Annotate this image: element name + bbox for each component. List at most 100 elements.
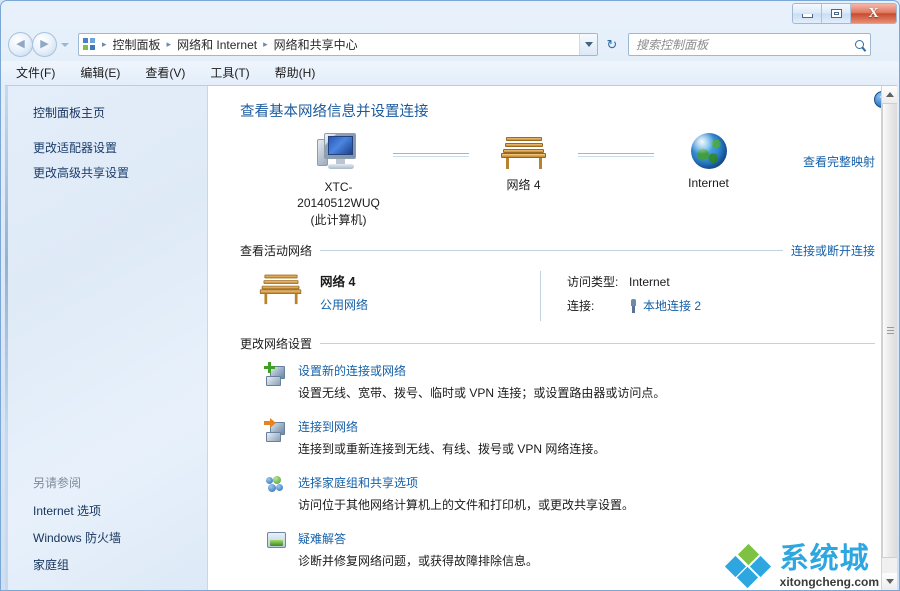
content-area: 控制面板主页 更改适配器设置 更改高级共享设置 另请参阅 Internet 选项…	[5, 85, 897, 590]
map-connector-line	[576, 133, 656, 177]
chevron-down-icon	[61, 42, 69, 47]
breadcrumb-item-network-sharing-center[interactable]: 网络和共享中心	[271, 36, 361, 53]
chevron-up-icon	[886, 92, 894, 97]
forward-button[interactable]: ▶	[32, 32, 57, 57]
see-also-item-windows-firewall[interactable]: Windows 防火墙	[5, 524, 207, 551]
public-network-bench-icon	[258, 271, 304, 306]
close-button[interactable]: X	[851, 4, 896, 23]
homegroup-sharing-icon	[264, 474, 288, 496]
setup-new-connection-desc: 设置无线、宽带、拨号、临时或 VPN 连接；或设置路由器或访问点。	[298, 386, 666, 401]
troubleshoot-desc: 诊断并修复网络问题，或获得故障排除信息。	[298, 553, 539, 568]
menu-item-tools[interactable]: 工具(T)	[207, 63, 252, 82]
menu-item-help[interactable]: 帮助(H)	[272, 63, 319, 82]
scrollbar-thumb[interactable]	[882, 103, 897, 558]
back-icon: ◀	[16, 38, 25, 50]
public-network-bench-icon	[499, 133, 549, 171]
troubleshoot-link[interactable]: 疑难解答	[298, 530, 875, 547]
active-networks-section: 查看活动网络 连接或断开连接	[226, 242, 875, 259]
sidebar: 控制面板主页 更改适配器设置 更改高级共享设置 另请参阅 Internet 选项…	[5, 86, 208, 590]
see-also-section: 另请参阅 Internet 选项 Windows 防火墙 家庭组	[5, 471, 207, 578]
sidebar-item-change-advanced-sharing-settings[interactable]: 更改高级共享设置	[5, 160, 207, 185]
page-title: 查看基本网络信息并设置连接	[240, 104, 429, 120]
watermark-text-en: xitongcheng.com	[779, 575, 879, 589]
list-item[interactable]: 疑难解答 诊断并修复网络问题，或获得故障排除信息。	[264, 530, 875, 570]
chevron-down-icon	[886, 579, 894, 584]
section-divider	[320, 250, 783, 252]
title-bar: X	[1, 1, 899, 28]
forward-icon: ▶	[40, 38, 49, 50]
homegroup-sharing-link[interactable]: 选择家庭组和共享选项	[298, 474, 875, 491]
active-network-type-link[interactable]: 公用网络	[320, 296, 368, 313]
menu-bar: 文件(F) 编辑(E) 查看(V) 工具(T) 帮助(H)	[1, 61, 899, 84]
connection-label: 连接:	[567, 299, 595, 314]
breadcrumb-item-control-panel[interactable]: 控制面板	[110, 36, 164, 53]
address-dropdown-button[interactable]	[579, 34, 597, 55]
sidebar-item-change-adapter-settings[interactable]: 更改适配器设置	[5, 135, 207, 160]
list-item[interactable]: 选择家庭组和共享选项 访问位于其他网络计算机上的文件和打印机，或更改共享设置。	[264, 474, 875, 514]
scrollbar-grip-icon	[886, 327, 894, 334]
address-bar[interactable]: ▸ 控制面板 ▸ 网络和 Internet ▸ 网络和共享中心	[78, 33, 598, 56]
chevron-down-icon	[584, 42, 593, 47]
window-controls: X	[792, 3, 897, 24]
connect-to-network-link[interactable]: 连接到网络	[298, 418, 875, 435]
maximize-button[interactable]	[822, 4, 851, 23]
refresh-icon: ↻	[606, 36, 618, 52]
see-also-item-internet-options[interactable]: Internet 选项	[5, 497, 207, 524]
list-item[interactable]: 连接到网络 连接到或重新连接到无线、有线、拨号或 VPN 网络连接。	[264, 418, 875, 458]
network-map-network-name: 网络 4	[506, 178, 541, 192]
search-icon	[848, 40, 870, 49]
menu-item-view[interactable]: 查看(V)	[142, 63, 188, 82]
history-dropdown-button[interactable]	[59, 35, 71, 55]
see-also-title: 另请参阅	[33, 476, 82, 490]
setup-new-connection-link[interactable]: 设置新的连接或网络	[298, 362, 875, 379]
setup-new-connection-icon	[264, 362, 288, 387]
main-pane: ? 查看基本网络信息并设置连接 XTC-20140512WUQ (此计算机)	[208, 86, 897, 590]
list-item[interactable]: 设置新的连接或网络 设置无线、宽带、拨号、临时或 VPN 连接；或设置路由器或访…	[264, 362, 875, 402]
control-panel-icon	[79, 34, 99, 55]
window-frame: X ◀ ▶ ▸ 控制面板 ▸ 网络和 Internet ▸ 网络和共享中心 ↻ …	[0, 0, 900, 591]
view-full-map-link[interactable]: 查看完整映射	[803, 153, 875, 170]
connection-row: 连接: 本地连接 2	[567, 297, 701, 314]
computer-name: XTC-20140512WUQ	[297, 180, 380, 211]
search-box[interactable]	[628, 33, 871, 56]
vertical-scrollbar[interactable]	[881, 86, 897, 590]
close-icon: X	[868, 5, 879, 21]
access-type-row: 访问类型: Internet	[567, 273, 701, 290]
menu-item-file[interactable]: 文件(F)	[13, 63, 58, 82]
network-map-node-network[interactable]: 网络 4	[471, 133, 576, 193]
refresh-button[interactable]: ↻	[601, 33, 623, 56]
navigation-bar: ◀ ▶ ▸ 控制面板 ▸ 网络和 Internet ▸ 网络和共享中心 ↻	[1, 28, 899, 61]
connect-or-disconnect-link[interactable]: 连接或断开连接	[791, 242, 875, 259]
network-map-internet-label: Internet	[688, 176, 729, 190]
breadcrumb-separator: ▸	[166, 39, 172, 49]
breadcrumb-separator: ▸	[102, 39, 107, 49]
active-network-identity: 网络 4 公用网络	[240, 271, 540, 321]
scroll-down-button[interactable]	[882, 573, 897, 590]
breadcrumb: ▸ 控制面板 ▸ 网络和 Internet ▸ 网络和共享中心	[99, 36, 361, 53]
scroll-up-button[interactable]	[882, 86, 897, 103]
menu-item-edit[interactable]: 编辑(E)	[77, 63, 123, 82]
active-networks-title: 查看活动网络	[240, 244, 313, 259]
network-map-node-computer[interactable]: XTC-20140512WUQ (此计算机)	[286, 133, 391, 228]
connect-to-network-icon	[264, 418, 288, 443]
section-divider	[320, 343, 875, 345]
network-connection-icon	[629, 298, 638, 313]
sidebar-item-control-panel-home[interactable]: 控制面板主页	[5, 100, 207, 125]
nav-arrows: ◀ ▶	[8, 32, 71, 57]
back-button[interactable]: ◀	[8, 32, 33, 57]
change-settings-section: 更改网络设置	[226, 335, 875, 352]
settings-list: 设置新的连接或网络 设置无线、宽带、拨号、临时或 VPN 连接；或设置路由器或访…	[226, 362, 875, 569]
globe-icon	[690, 133, 727, 169]
active-network-name: 网络 4	[320, 275, 356, 290]
map-connector-line	[391, 133, 471, 177]
breadcrumb-item-network-internet[interactable]: 网络和 Internet	[174, 36, 260, 53]
search-input[interactable]	[629, 35, 848, 54]
connect-to-network-desc: 连接到或重新连接到无线、有线、拨号或 VPN 网络连接。	[298, 442, 606, 457]
troubleshoot-icon	[264, 530, 288, 552]
connection-link[interactable]: 本地连接 2	[643, 297, 701, 314]
minimize-button[interactable]	[793, 4, 822, 23]
network-map-node-internet[interactable]: Internet	[656, 133, 761, 191]
see-also-item-homegroup[interactable]: 家庭组	[5, 551, 207, 578]
minimize-icon	[801, 13, 813, 18]
maximize-icon	[830, 9, 842, 18]
